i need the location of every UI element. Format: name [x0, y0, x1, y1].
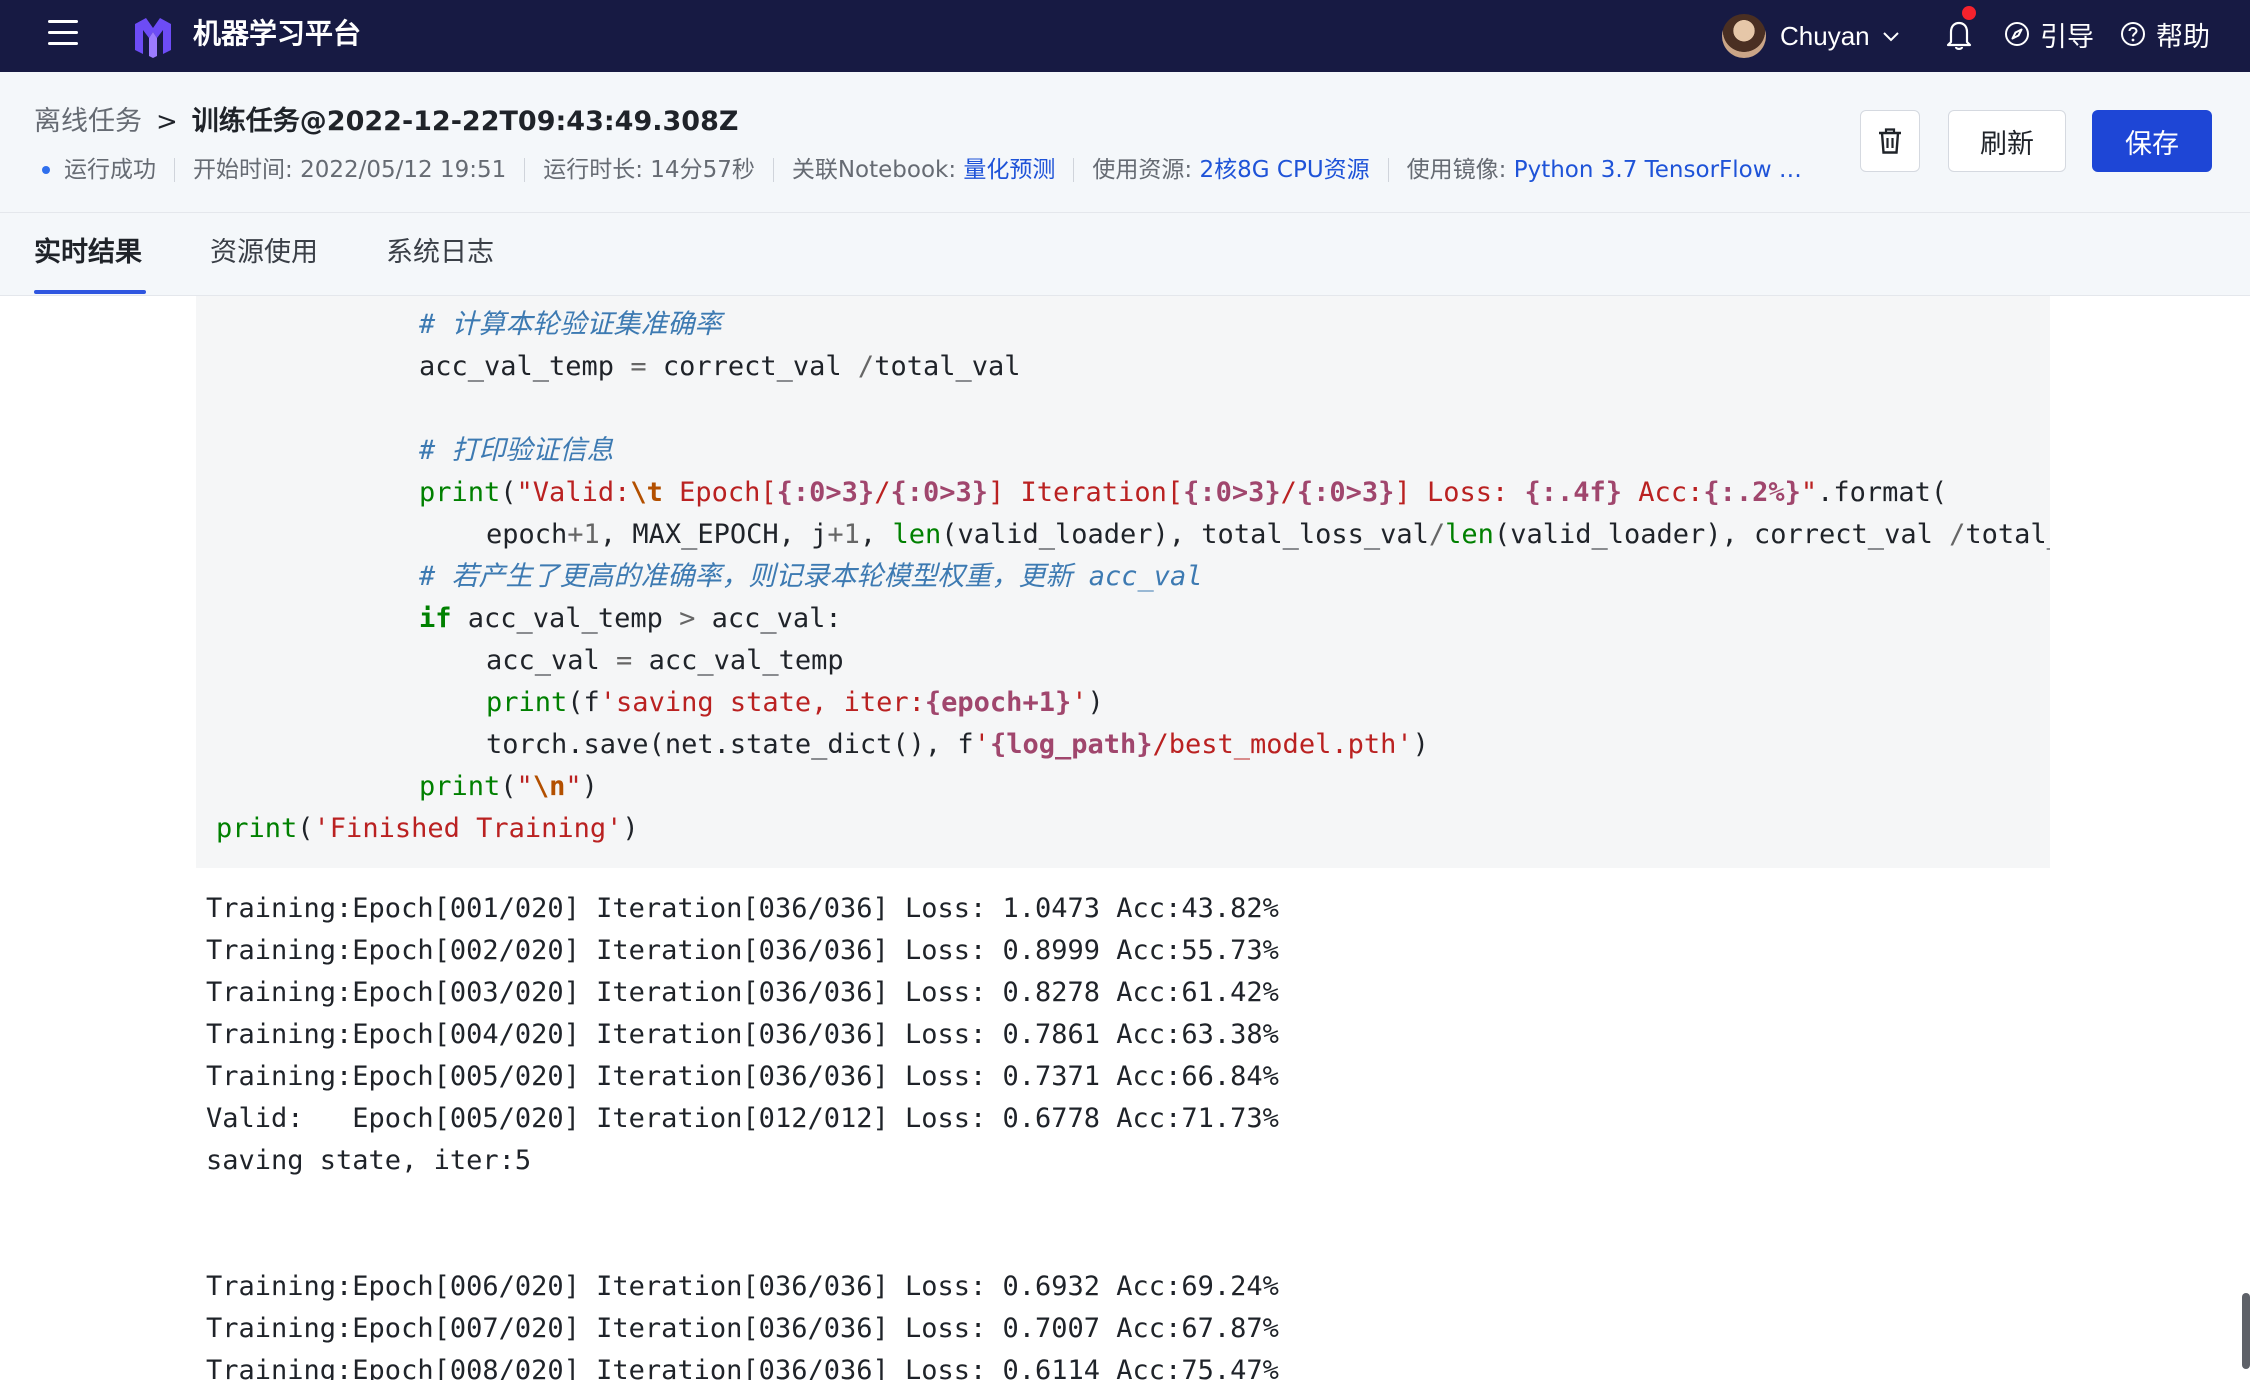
top-navigation-bar: 机器学习平台 Chuyan 引导 帮助 — [0, 0, 2250, 72]
tab-system-logs[interactable]: 系统日志 — [386, 233, 494, 273]
output-line: Training:Epoch[006/020] Iteration[036/03… — [206, 1271, 1279, 1302]
output-line: Training:Epoch[007/020] Iteration[036/03… — [206, 1313, 1279, 1344]
code-line: # 打印验证信息 — [419, 435, 614, 466]
code-line: print(f'saving state, iter:{epoch+1}') — [486, 687, 1104, 718]
trash-icon — [1879, 128, 1901, 154]
image-label: 使用镜像: — [1406, 157, 1507, 183]
divider — [1387, 158, 1389, 182]
output-line: Training:Epoch[008/020] Iteration[036/03… — [206, 1355, 1279, 1380]
start-time-value: 2022/05/12 19:51 — [300, 157, 507, 183]
notebook-link[interactable]: 量化预测 — [963, 154, 1055, 186]
help-icon — [2121, 22, 2145, 46]
output-line: Training:Epoch[005/020] Iteration[036/03… — [206, 1061, 1279, 1092]
status-dot — [42, 166, 50, 174]
code-line: print("\n") — [419, 771, 598, 802]
code-line: epoch+1, MAX_EPOCH, j+1, len(valid_loade… — [486, 519, 2050, 550]
delete-button[interactable] — [1860, 110, 1920, 172]
user-name: Chuyan — [1780, 20, 1870, 51]
divider — [524, 158, 526, 182]
scrollbar-thumb[interactable] — [2242, 1293, 2250, 1369]
save-button[interactable]: 保存 — [2092, 110, 2212, 172]
code-line: # 若产生了更高的准确率，则记录本轮模型权重，更新 acc_val — [419, 561, 1203, 592]
code-line: acc_val = acc_val_temp — [486, 645, 844, 676]
output-line: saving state, iter:5 — [206, 1145, 532, 1176]
compass-icon — [2005, 22, 2029, 46]
bell-icon[interactable] — [1943, 16, 1975, 52]
divider — [174, 158, 175, 182]
divider — [772, 158, 774, 182]
breadcrumb-separator: > — [156, 107, 178, 137]
avatar — [1722, 14, 1766, 58]
output-line: Training:Epoch[004/020] Iteration[036/03… — [206, 1019, 1279, 1050]
divider — [1073, 158, 1075, 182]
code-cell: # 计算本轮验证集准确率 acc_val_temp = correct_val … — [196, 296, 2050, 868]
tab-resource-usage[interactable]: 资源使用 — [210, 233, 318, 273]
resource-link[interactable]: 2核8G CPU资源 — [1199, 154, 1369, 186]
output-line: Training:Epoch[002/020] Iteration[036/03… — [206, 935, 1279, 966]
duration-value: 14分57秒 — [650, 157, 755, 183]
guide-label: 引导 — [2040, 21, 2094, 53]
start-time-label: 开始时间: — [193, 157, 293, 183]
help-link[interactable]: 帮助 — [2120, 14, 2210, 54]
guide-link[interactable]: 引导 — [2004, 14, 2094, 54]
tab-bar: 实时结果 资源使用 系统日志 — [0, 213, 2250, 296]
output-line: Training:Epoch[001/020] Iteration[036/03… — [206, 893, 1279, 924]
code-line: acc_val_temp = correct_val /total_val — [419, 351, 1021, 382]
code-line: if acc_val_temp > acc_val: — [419, 603, 842, 634]
app-logo — [135, 18, 171, 58]
code-line: print('Finished Training') — [216, 813, 639, 844]
task-meta: 运行成功 开始时间: 2022/05/12 19:51 运行时长: 14分57秒… — [34, 154, 1814, 186]
duration-label: 运行时长: — [543, 157, 643, 183]
menu-icon[interactable] — [48, 20, 78, 46]
notebook-label: 关联Notebook: — [791, 157, 957, 183]
code-line: # 计算本轮验证集准确率 — [419, 309, 722, 340]
tab-realtime-results[interactable]: 实时结果 — [34, 233, 142, 273]
output-line: Valid: Epoch[005/020] Iteration[012/012]… — [206, 1103, 1279, 1134]
refresh-button[interactable]: 刷新 — [1948, 110, 2066, 172]
output-line: Training:Epoch[003/020] Iteration[036/03… — [206, 977, 1279, 1008]
user-menu[interactable]: Chuyan — [1722, 10, 1900, 62]
code-line: torch.save(net.state_dict(), f'{log_path… — [486, 729, 1429, 760]
help-label: 帮助 — [2156, 21, 2210, 53]
breadcrumb-parent-link[interactable]: 离线任务 — [34, 102, 142, 142]
chevron-down-icon — [1882, 32, 1899, 42]
code-line: print("Valid:\t Epoch[{:0>3}/{:0>3}] Ite… — [419, 477, 1948, 508]
active-tab-indicator — [34, 290, 146, 294]
image-link[interactable]: Python 3.7 TensorFlow 2.… — [1514, 154, 1814, 186]
resource-label: 使用资源: — [1092, 157, 1193, 183]
status-text: 运行成功 — [64, 157, 156, 183]
notification-dot — [1962, 6, 1976, 20]
results-panel: # 计算本轮验证集准确率 acc_val_temp = correct_val … — [0, 296, 2250, 1380]
page-title: 训练任务@2022-12-22T09:43:49.308Z — [191, 106, 739, 137]
app-title: 机器学习平台 — [193, 17, 362, 50]
breadcrumb: 离线任务 > 训练任务@2022-12-22T09:43:49.308Z — [34, 102, 738, 142]
